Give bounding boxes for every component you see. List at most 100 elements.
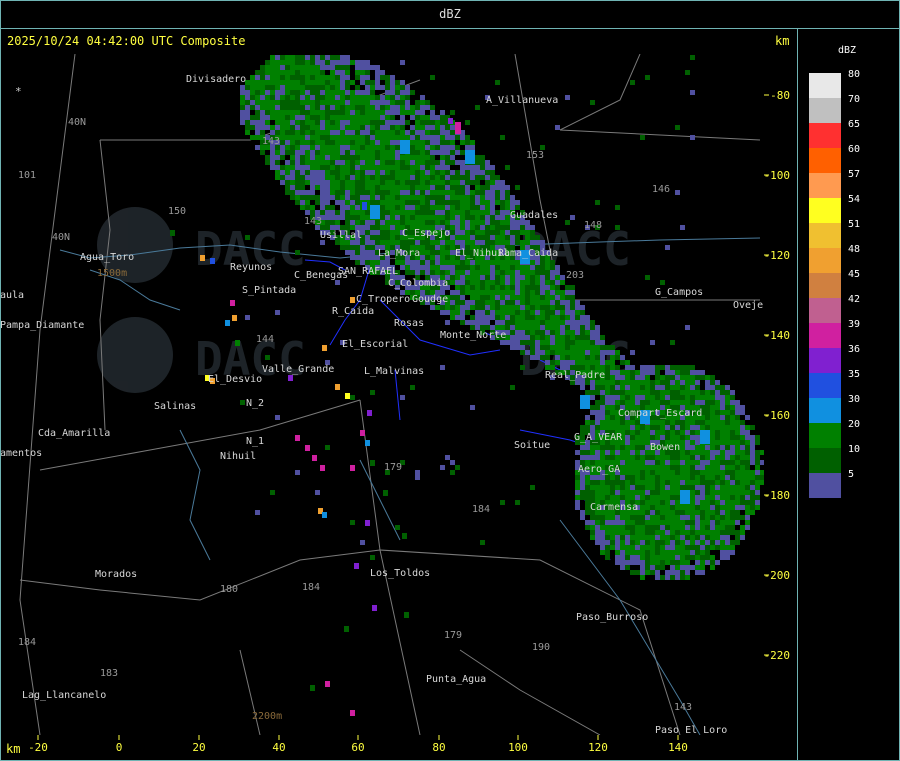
echo-cell [390,165,395,170]
echo-cell [585,520,590,525]
echo-cell [620,560,625,565]
echo-cell [425,180,430,185]
echo-cell [315,200,320,205]
place-label: Real_Padre [545,370,605,381]
echo-cell [360,110,365,115]
echo-cell [705,415,710,420]
echo-cell [580,385,585,390]
echo-cell [290,115,295,120]
echo-cell [670,540,675,545]
echo-cell [260,75,265,80]
place-label: Valle_Grande [262,364,334,375]
echo-cell [495,280,500,285]
echo-cell [535,325,540,330]
echo-cell [635,450,640,455]
echo-cell [450,170,455,175]
echo-cell [720,515,725,520]
echo-cell [480,155,485,160]
echo-cell [425,120,430,125]
echo-cell [305,75,310,80]
echo-cell [615,225,620,230]
echo-cell [745,480,750,485]
echo-cell [335,105,340,110]
echo-cell [290,145,295,150]
echo-cell [410,150,415,155]
echo-cell [335,65,340,70]
echo-cell [495,285,500,290]
echo-cell [420,250,425,255]
place-label: C_Espejo [402,228,450,239]
echo-cell [460,185,465,190]
echo-cell [540,300,545,305]
echo-cell [465,165,470,170]
echo-cell [370,180,375,185]
echo-cell [645,455,650,460]
echo-cell [420,220,425,225]
echo-cell [590,455,595,460]
echo-cell [660,505,665,510]
radar-map[interactable]: DACC DACC DACC DACC [0,0,900,761]
echo-cell [670,575,675,580]
echo-cell [385,110,390,115]
echo-cell [380,190,385,195]
echo-cell [650,500,655,505]
echo-cell [405,270,410,275]
echo-cell [725,455,730,460]
echo-cell [600,335,605,340]
echo-cell [680,225,685,230]
echo-cell [510,335,515,340]
echo-cell [545,330,550,335]
echo-cell [340,155,345,160]
echo-cell [325,100,330,105]
echo-cell [485,195,490,200]
echo-cell [590,485,595,490]
echo-cell [415,210,420,215]
echo-cell [685,480,690,485]
echo-cell [590,355,595,360]
echo-cell [395,170,400,175]
echo-cell [680,545,685,550]
echo-cell [595,535,600,540]
echo-cell [455,135,460,140]
echo-cell [505,185,510,190]
echo-cell [645,490,650,495]
echo-cell [355,205,360,210]
echo-cell [525,305,530,310]
echo-cell [570,215,575,220]
echo-cell [405,120,410,125]
echo-cell [355,75,360,80]
echo-cell [565,350,570,355]
echo-cell [310,210,315,215]
echo-cell [265,355,270,360]
echo-cell [630,480,635,485]
echo-cell [390,210,395,215]
echo-cell [600,485,605,490]
echo-cell [680,420,685,425]
echo-cell [485,165,490,170]
echo-cell [665,470,670,475]
echo-cell [295,65,300,70]
echo-cell [515,335,520,340]
echo-cell [720,530,725,535]
echo-cell [575,505,580,510]
echo-cell [565,320,570,325]
echo-cell [500,280,505,285]
echo-cell [735,475,740,480]
echo-cell [720,490,725,495]
echo-cell [600,450,605,455]
place-label: Carmensa [590,502,638,513]
echo-cell [630,545,635,550]
echo-cell [470,220,475,225]
echo-cell [755,450,760,455]
echo-cell [505,285,510,290]
echo-cell [365,255,370,260]
echo-cell [330,165,335,170]
echo-cell [335,170,340,175]
echo-cell [430,165,435,170]
echo-cell [440,240,445,245]
echo-cell [670,480,675,485]
echo-cell [535,235,540,240]
echo-cell [710,520,715,525]
echo-cell [295,115,300,120]
echo-cell [480,185,485,190]
